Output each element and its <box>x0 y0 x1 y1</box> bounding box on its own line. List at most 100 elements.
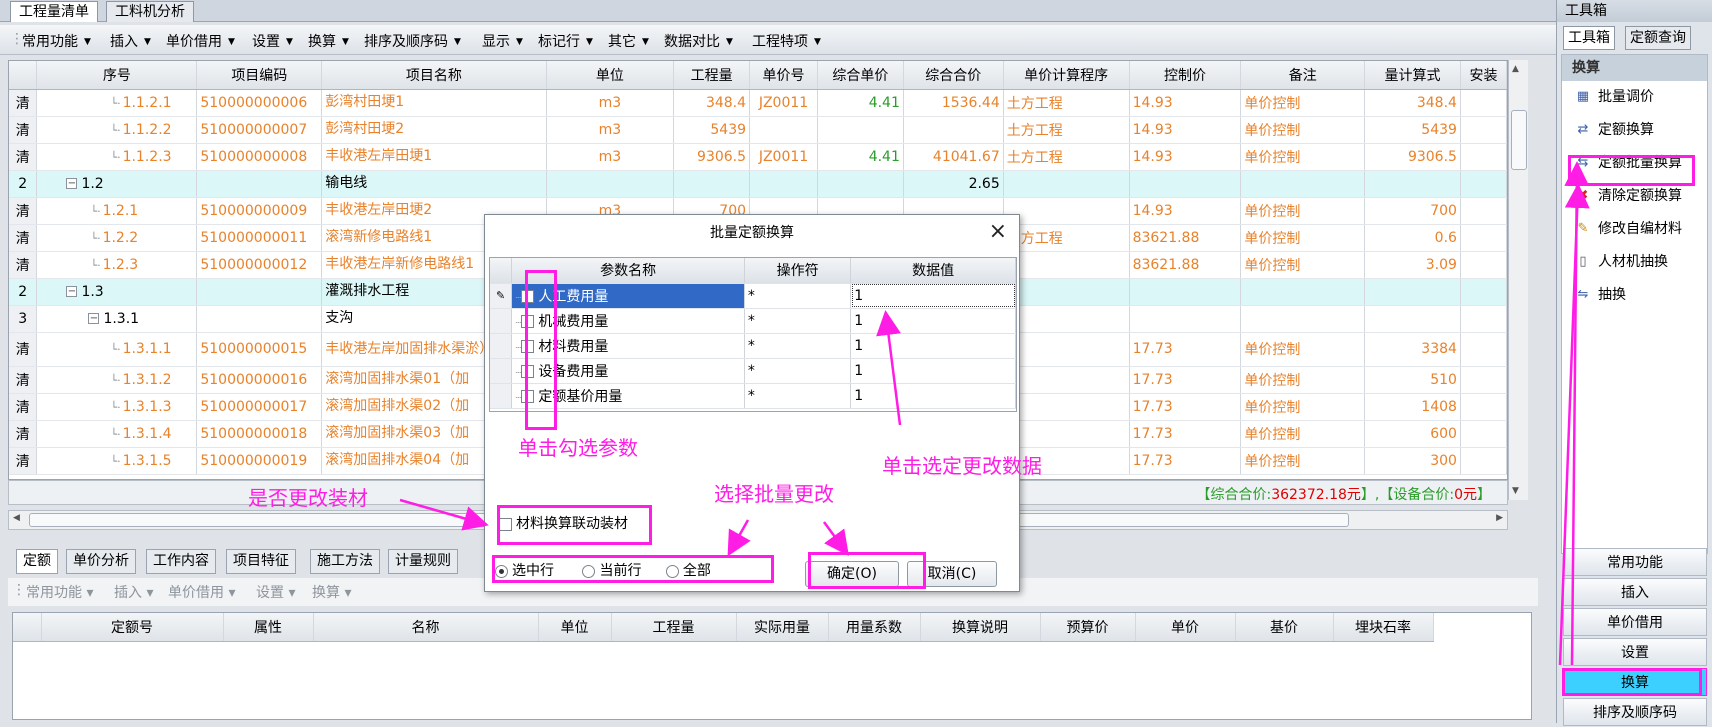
cell-no[interactable]: └· 1.3.1.3 <box>36 393 198 421</box>
header-col[interactable]: 综合单价 <box>817 61 904 90</box>
cell-no[interactable]: −1.2 <box>36 170 198 198</box>
section-convert[interactable]: 换算 <box>1562 55 1707 81</box>
cell-program[interactable]: 土方工程 <box>1003 143 1130 171</box>
cell-install[interactable] <box>1460 170 1507 198</box>
cell-control-price[interactable]: 17.73 <box>1129 332 1242 367</box>
cell-code[interactable]: 510000000016 <box>196 366 323 394</box>
cell-qty[interactable] <box>673 170 751 198</box>
cell-install[interactable] <box>1460 143 1507 171</box>
panel-btn-insert[interactable]: 插入 <box>1563 578 1707 606</box>
header-col[interactable]: 属性 <box>223 613 314 642</box>
cell-name[interactable]: 彭湾村田埂2 <box>321 116 547 144</box>
cell-code[interactable] <box>196 278 323 306</box>
cell-name[interactable]: 丰收港左岸田埂1 <box>321 143 547 171</box>
toolbar-price-borrow[interactable]: 单价借用 ▼ <box>166 31 235 51</box>
cell-install[interactable] <box>1460 447 1507 475</box>
cell-formula[interactable] <box>1364 170 1461 198</box>
toolbox-item[interactable]: ⇄ 定额换算 <box>1562 114 1707 147</box>
cell-code[interactable]: 510000000009 <box>196 197 323 225</box>
cell-control-price[interactable]: 14.93 <box>1129 197 1242 225</box>
cell-formula[interactable]: 348.4 <box>1364 89 1461 117</box>
cell-formula[interactable]: 510 <box>1364 366 1461 394</box>
header-col[interactable]: 序号 <box>36 61 198 90</box>
toolbar-display[interactable]: 显示 ▼ <box>482 31 523 51</box>
cell-formula[interactable]: 0.6 <box>1364 224 1461 252</box>
param-row[interactable]: ┄ 定额基价用量 * 1 <box>490 383 1016 409</box>
cell-unit-price[interactable]: 4.41 <box>817 143 904 171</box>
row-type[interactable]: 清 <box>9 393 38 421</box>
row-type[interactable]: 清 <box>9 332 38 367</box>
cell-code[interactable]: 510000000019 <box>196 447 323 475</box>
table-row[interactable]: 2−1.2 输电线 2.65 <box>9 170 1507 198</box>
close-icon[interactable]: × <box>989 215 1007 249</box>
cell-unit[interactable]: m3 <box>546 116 675 144</box>
cell-no[interactable]: └· 1.3.1.2 <box>36 366 198 394</box>
param-row[interactable]: ┄ 机械费用量 * 1 <box>490 308 1016 334</box>
cell-no[interactable]: └· 1.3.1.4 <box>36 420 198 448</box>
row-type[interactable]: 清 <box>9 447 38 475</box>
cell-install[interactable] <box>1460 278 1507 306</box>
row-type[interactable]: 清 <box>9 197 38 225</box>
param-row[interactable]: ┄ 材料费用量 * 1 <box>490 333 1016 359</box>
cell-remark[interactable] <box>1240 170 1366 198</box>
cell-remark[interactable]: 单价控制 <box>1240 366 1366 394</box>
header-col[interactable]: 单价 <box>1135 613 1236 642</box>
table-row[interactable]: 清 └· 1.1.2.1 510000000006 彭湾村田埂1 m3 348.4 JZ001… <box>9 89 1507 117</box>
cell-formula[interactable] <box>1364 305 1461 333</box>
table-row[interactable]: 清 └· 1.1.2.2 510000000007 彭湾村田埂2 m3 5439 土方工程 14… <box>9 116 1507 144</box>
tab-measurement-rules[interactable]: 计量规则 <box>388 549 458 574</box>
cell-code[interactable] <box>196 305 323 333</box>
tab-work-content[interactable]: 工作内容 <box>146 549 216 574</box>
header-col[interactable]: 埋块石率 <box>1333 613 1434 642</box>
header-col[interactable]: 基价 <box>1235 613 1334 642</box>
cell-remark[interactable]: 单价控制 <box>1240 224 1366 252</box>
cell-total[interactable] <box>903 116 1004 144</box>
tab-quota[interactable]: 定额 <box>16 549 58 574</box>
collapse-icon[interactable]: − <box>66 286 78 297</box>
toolbar-sort[interactable]: 排序及顺序码 ▼ <box>364 31 461 51</box>
cell-install[interactable] <box>1460 89 1507 117</box>
cell-no[interactable]: └· 1.1.2.3 <box>36 143 198 171</box>
tab-item-features[interactable]: 项目特征 <box>226 549 296 574</box>
cell-install[interactable] <box>1460 420 1507 448</box>
cell-code[interactable]: 510000000018 <box>196 420 323 448</box>
cell-control-price[interactable]: 17.73 <box>1129 366 1242 394</box>
scroll-thumb[interactable] <box>1511 110 1527 170</box>
row-type[interactable]: 清 <box>9 224 38 252</box>
cell-program[interactable] <box>1003 278 1130 306</box>
header-col[interactable]: 定额号 <box>41 613 224 642</box>
header-col[interactable]: 项目编码 <box>196 61 323 90</box>
cell-install[interactable] <box>1460 305 1507 333</box>
cell-code[interactable]: 510000000017 <box>196 393 323 421</box>
row-type[interactable]: 清 <box>9 251 38 279</box>
table-row[interactable]: 清 └· 1.1.2.3 510000000008 丰收港左岸田埂1 m3 9306.5 JZ… <box>9 143 1507 171</box>
cell-control-price[interactable] <box>1129 170 1242 198</box>
cell-install[interactable] <box>1460 251 1507 279</box>
operator-cell[interactable]: * <box>744 383 852 409</box>
scroll-up-icon[interactable]: ▲ <box>1512 64 1519 74</box>
bottom-toolbar-insert[interactable]: 插入 ▾ <box>114 582 153 602</box>
cell-program[interactable] <box>1003 197 1130 225</box>
header-col[interactable]: 单位 <box>546 61 675 90</box>
scroll-down-icon[interactable]: ▼ <box>1512 486 1519 496</box>
toolbox-item[interactable]: ▦ 批量调价 <box>1562 81 1707 114</box>
row-type[interactable]: 2 <box>9 278 38 306</box>
cell-remark[interactable] <box>1240 305 1366 333</box>
cell-control-price[interactable]: 17.73 <box>1129 393 1242 421</box>
cell-unit-price[interactable]: 4.41 <box>817 89 904 117</box>
param-row[interactable]: ┄ 设备费用量 * 1 <box>490 358 1016 384</box>
cell-price-no[interactable] <box>749 116 818 144</box>
toolbox-item[interactable]: ▯ 人材机抽换 <box>1562 246 1707 279</box>
cell-code[interactable]: 510000000006 <box>196 89 323 117</box>
header-col[interactable]: 综合合价 <box>903 61 1004 90</box>
grid-vertical-scrollbar[interactable]: ▲ ▼ <box>1508 60 1528 500</box>
cell-control-price[interactable]: 14.93 <box>1129 89 1242 117</box>
tab-material-analysis[interactable]: 工料机分析 <box>106 1 194 22</box>
cell-program[interactable] <box>1003 170 1130 198</box>
collapse-icon[interactable]: − <box>88 313 100 324</box>
cell-install[interactable] <box>1460 197 1507 225</box>
cell-control-price[interactable] <box>1129 278 1242 306</box>
header-col[interactable]: 控制价 <box>1129 61 1242 90</box>
cell-no[interactable]: −1.3 <box>36 278 198 306</box>
cell-qty[interactable]: 5439 <box>673 116 751 144</box>
